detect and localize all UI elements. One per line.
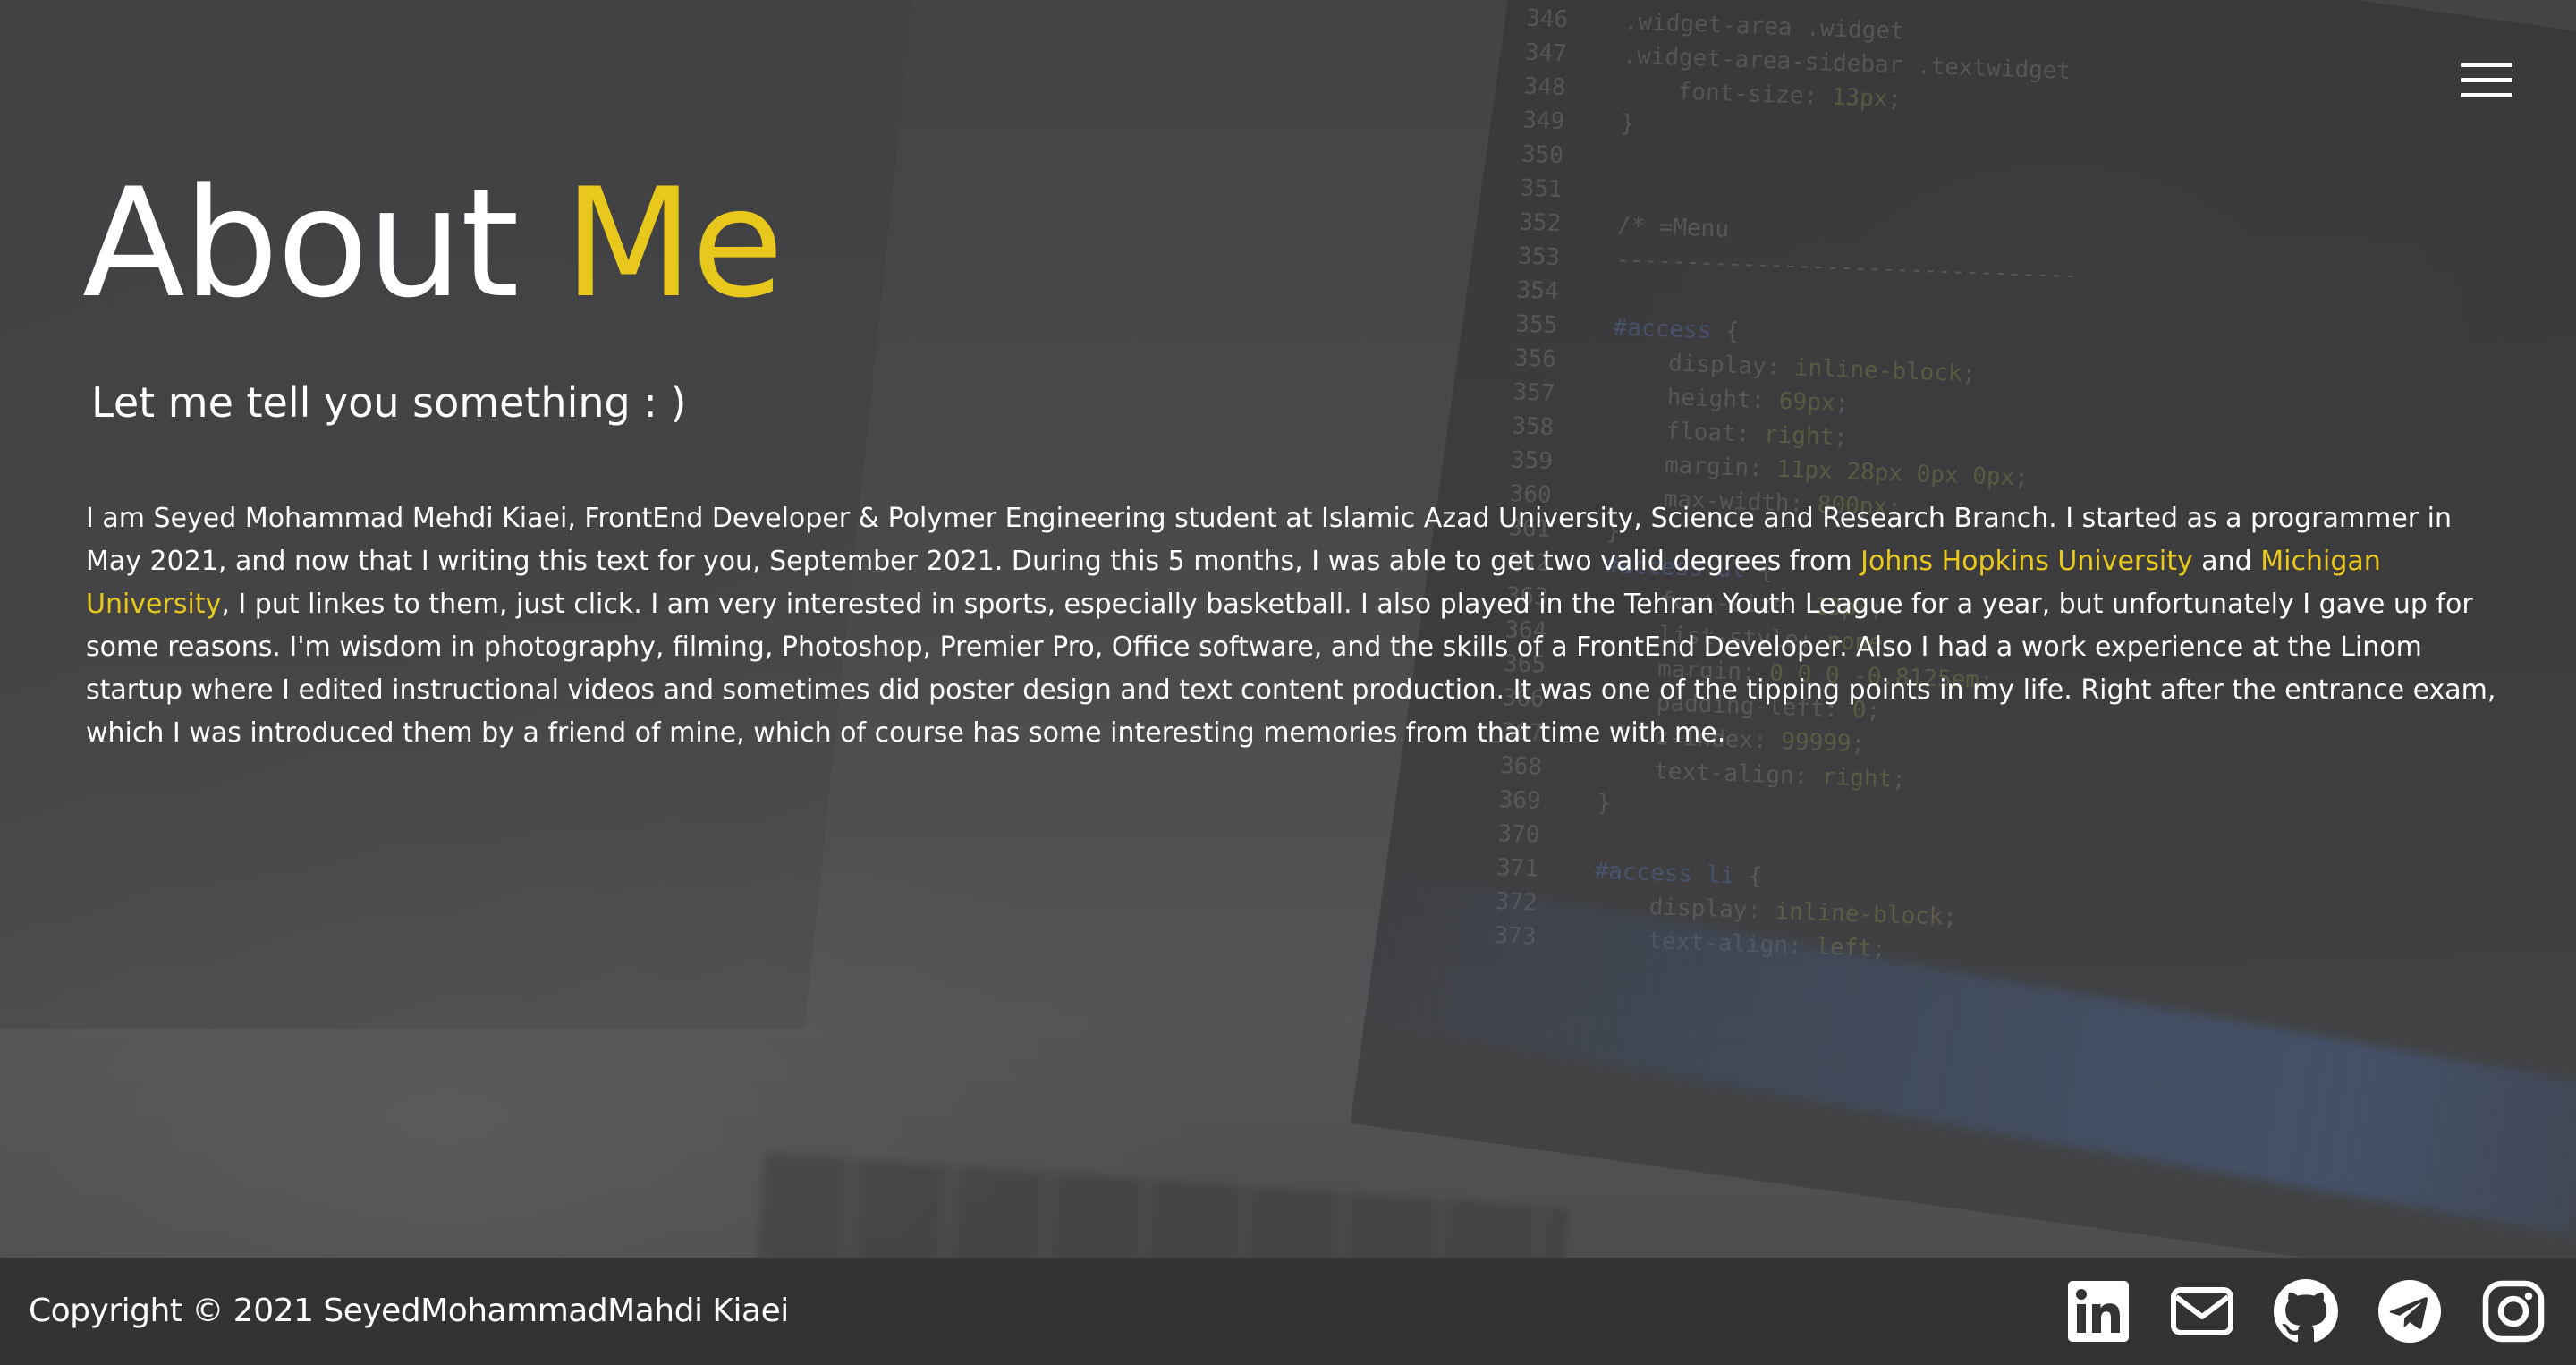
bio-text-3: , I put linkes to them, just click. I am… xyxy=(86,589,2496,749)
page-title-main: About xyxy=(82,156,520,331)
johns-hopkins-link[interactable]: Johns Hopkins University xyxy=(1860,546,2193,577)
github-icon[interactable] xyxy=(2274,1279,2338,1344)
linkedin-icon[interactable] xyxy=(2066,1279,2131,1344)
page-title: About Me xyxy=(82,154,784,333)
bio-paragraph: I am Seyed Mohammad Mehdi Kiaei, FrontEn… xyxy=(86,497,2501,755)
copyright-text: Copyright © 2021 SeyedMohammadMahdi Kiae… xyxy=(29,1293,789,1329)
hamburger-menu-icon[interactable] xyxy=(2461,63,2512,98)
email-icon[interactable] xyxy=(2170,1279,2234,1344)
page-title-accent: Me xyxy=(564,156,784,331)
social-links xyxy=(2066,1279,2546,1344)
footer: Copyright © 2021 SeyedMohammadMahdi Kiae… xyxy=(0,1258,2576,1365)
instagram-icon[interactable] xyxy=(2481,1279,2546,1344)
bio-text-2: and xyxy=(2192,546,2261,577)
telegram-icon[interactable] xyxy=(2377,1279,2442,1344)
page-subtitle: Let me tell you something : ) xyxy=(91,378,687,427)
